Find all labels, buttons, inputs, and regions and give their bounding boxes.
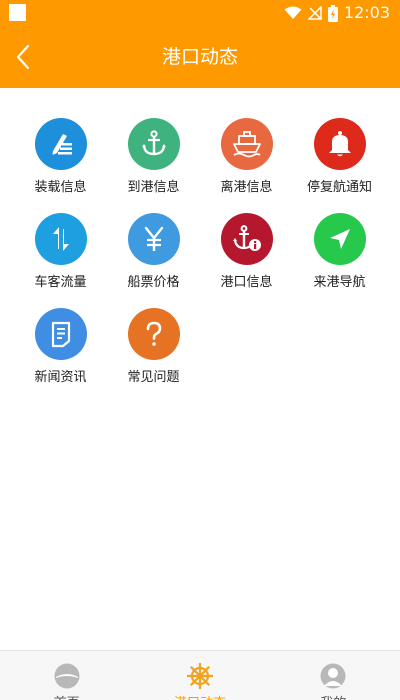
status-bar: 12:03 bbox=[0, 0, 400, 26]
battery-icon bbox=[327, 4, 338, 22]
grid-item-arrival-info[interactable]: 到港信息 bbox=[107, 118, 200, 213]
tab-port-news[interactable]: 港口动态 bbox=[133, 651, 266, 700]
grid-item-departure-info[interactable]: 离港信息 bbox=[200, 118, 293, 213]
grid-item-label: 船票价格 bbox=[127, 275, 180, 290]
grid-item-label: 到港信息 bbox=[127, 180, 180, 195]
grid-item-traffic-flow[interactable]: 车客流量 bbox=[14, 213, 107, 308]
grid-item-loading-info[interactable]: 装载信息 bbox=[14, 118, 107, 213]
no-signal-icon bbox=[307, 6, 322, 20]
grid-item-label: 新闻资讯 bbox=[34, 370, 87, 385]
tab-label: 港口动态 bbox=[174, 692, 226, 700]
notification-icon bbox=[9, 4, 26, 21]
ship-icon bbox=[220, 118, 273, 170]
app-header: 港口动态 bbox=[0, 26, 400, 88]
grid-item-faq[interactable]: 常见问题 bbox=[107, 308, 200, 403]
status-indicators: 12:03 bbox=[284, 3, 390, 23]
pen-lines-icon bbox=[34, 118, 87, 170]
status-time: 12:03 bbox=[343, 3, 390, 22]
app-screen: 12:03 港口动态 装载信息 到港信息 离港信息 停复航通知 车客流量 船票价… bbox=[0, 0, 400, 700]
anchor-icon bbox=[127, 118, 180, 170]
grid-item-news[interactable]: 新闻资讯 bbox=[14, 308, 107, 403]
tab-label: 首页 bbox=[54, 692, 80, 700]
question-icon bbox=[127, 308, 180, 360]
grid-item-label: 常见问题 bbox=[127, 370, 180, 385]
tab-mine[interactable]: 我的 bbox=[267, 651, 400, 700]
grid-row: 新闻资讯 常见问题 bbox=[14, 308, 386, 403]
user-icon bbox=[319, 662, 347, 690]
grid-item-label: 车客流量 bbox=[34, 275, 87, 290]
grid-item-label: 来港导航 bbox=[313, 275, 366, 290]
tab-label: 我的 bbox=[320, 692, 346, 700]
grid-item-label: 港口信息 bbox=[220, 275, 273, 290]
page-title: 港口动态 bbox=[161, 46, 238, 68]
news-doc-icon bbox=[34, 308, 87, 360]
grid-item-label: 停复航通知 bbox=[306, 180, 372, 195]
grid-row: 车客流量 船票价格 港口信息 来港导航 bbox=[14, 213, 386, 308]
grid-item-port-info[interactable]: 港口信息 bbox=[200, 213, 293, 308]
bottom-tab-bar: 首页 港口动态 bbox=[0, 650, 400, 700]
grid-item-navigation[interactable]: 来港导航 bbox=[293, 213, 386, 308]
feature-grid: 装载信息 到港信息 离港信息 停复航通知 车客流量 船票价格 港口信息 来港导航… bbox=[14, 118, 386, 403]
grid-item-label: 离港信息 bbox=[220, 180, 273, 195]
grid-item-label: 装载信息 bbox=[34, 180, 87, 195]
grid-item-ticket-price[interactable]: 船票价格 bbox=[107, 213, 200, 308]
helm-icon bbox=[186, 662, 214, 690]
grid-item-suspension-notice[interactable]: 停复航通知 bbox=[293, 118, 386, 213]
navigation-icon bbox=[313, 213, 366, 265]
anchor-info-icon bbox=[220, 213, 273, 265]
tab-home[interactable]: 首页 bbox=[0, 651, 133, 700]
bell-icon bbox=[313, 118, 366, 170]
yen-icon bbox=[127, 213, 180, 265]
grid-row: 装载信息 到港信息 离港信息 停复航通知 bbox=[14, 118, 386, 213]
swap-arrows-icon bbox=[34, 213, 87, 265]
wifi-icon bbox=[284, 6, 302, 19]
home-icon bbox=[53, 662, 81, 690]
